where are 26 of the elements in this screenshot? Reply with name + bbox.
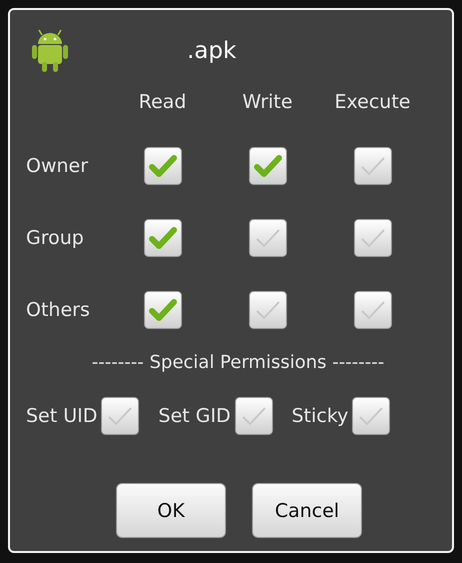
row-label: Owner: [26, 155, 90, 177]
checkbox[interactable]: [144, 147, 182, 185]
android-robot-icon: [30, 28, 70, 74]
section-heading: -------- Special Permissions --------: [90, 352, 386, 373]
column-header: Write: [241, 91, 294, 113]
checkbox[interactable]: [352, 397, 390, 435]
checkbox-label: Set GID: [158, 405, 231, 427]
checkbox[interactable]: [248, 219, 286, 257]
checkbox[interactable]: [234, 397, 273, 435]
checkbox[interactable]: [354, 219, 392, 257]
row-label: Others: [26, 299, 91, 321]
ok-button[interactable]: OK: [116, 483, 226, 538]
dialog-title: .apk: [187, 38, 236, 64]
checkbox[interactable]: [354, 291, 392, 329]
checkbox-label: Set UID: [26, 405, 98, 427]
checkbox[interactable]: [101, 397, 140, 435]
checkbox-label: Sticky: [292, 405, 348, 427]
checkbox[interactable]: [144, 219, 182, 257]
checkbox[interactable]: [248, 147, 286, 185]
checkbox[interactable]: [144, 291, 182, 329]
column-header: Execute: [334, 91, 412, 113]
row-label: Group: [26, 227, 85, 249]
checkbox[interactable]: [354, 147, 392, 185]
checkbox[interactable]: [248, 291, 286, 329]
cancel-button[interactable]: Cancel: [252, 483, 362, 538]
column-header: Read: [138, 91, 188, 113]
